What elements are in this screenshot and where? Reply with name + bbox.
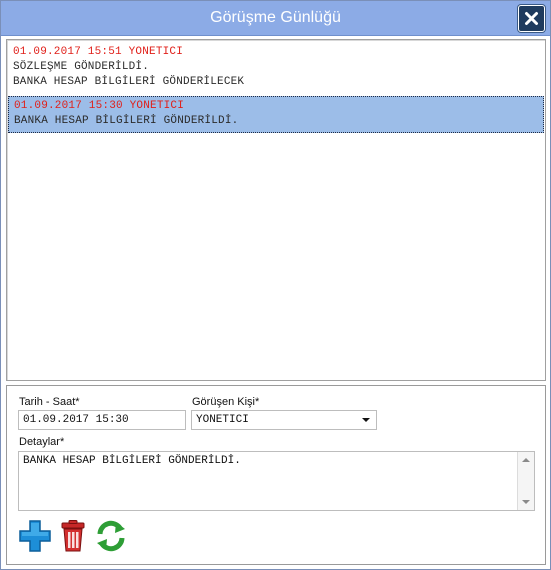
- add-button[interactable]: [18, 519, 52, 553]
- datetime-label: Tarih - Saat*: [19, 396, 80, 408]
- log-entry-selected[interactable]: 01.09.2017 15:30 YONETICI BANKA HESAP Bİ…: [8, 96, 544, 133]
- refresh-button[interactable]: [94, 519, 128, 553]
- details-value: BANKA HESAP BİLGİLERİ GÖNDERİLDİ.: [23, 455, 241, 467]
- trash-icon: [61, 520, 85, 552]
- scroll-up-icon[interactable]: [522, 458, 530, 462]
- datetime-value: 01.09.2017 15:30: [23, 414, 129, 426]
- refresh-icon: [97, 520, 125, 552]
- scroll-down-icon[interactable]: [522, 500, 530, 504]
- details-textarea[interactable]: BANKA HESAP BİLGİLERİ GÖNDERİLDİ.: [18, 451, 535, 511]
- log-list[interactable]: 01.09.2017 15:51 YONETICI SÖZLEŞME GÖNDE…: [6, 39, 546, 381]
- person-label: Görüşen Kişi*: [192, 396, 260, 408]
- conversation-log-window: Görüşme Günlüğü 01.09.2017 15:51 YONETIC…: [0, 0, 551, 570]
- delete-button[interactable]: [56, 519, 90, 553]
- add-icon: [19, 520, 51, 552]
- window-title: Görüşme Günlüğü: [210, 9, 341, 26]
- log-entry-header: 01.09.2017 15:30 YONETICI: [14, 100, 185, 112]
- close-button[interactable]: [518, 5, 545, 32]
- title-bar: Görüşme Günlüğü: [1, 1, 550, 36]
- log-entry-line: BANKA HESAP BİLGİLERİ GÖNDERİLECEK: [13, 76, 245, 88]
- person-value: YONETICI: [196, 414, 249, 426]
- details-label: Detaylar*: [19, 436, 65, 448]
- chevron-down-icon[interactable]: [362, 418, 370, 422]
- log-entry[interactable]: 01.09.2017 15:51 YONETICI SÖZLEŞME GÖNDE…: [8, 42, 544, 92]
- datetime-field[interactable]: 01.09.2017 15:30: [18, 410, 186, 430]
- close-icon: [525, 12, 538, 25]
- person-dropdown[interactable]: YONETICI: [191, 410, 377, 430]
- log-entry-line: SÖZLEŞME GÖNDERİLDİ.: [13, 61, 150, 73]
- log-entry-header: 01.09.2017 15:51 YONETICI: [13, 46, 184, 58]
- details-scrollbar[interactable]: [517, 452, 534, 510]
- log-entry-line: BANKA HESAP BİLGİLERİ GÖNDERİLDİ.: [14, 115, 239, 127]
